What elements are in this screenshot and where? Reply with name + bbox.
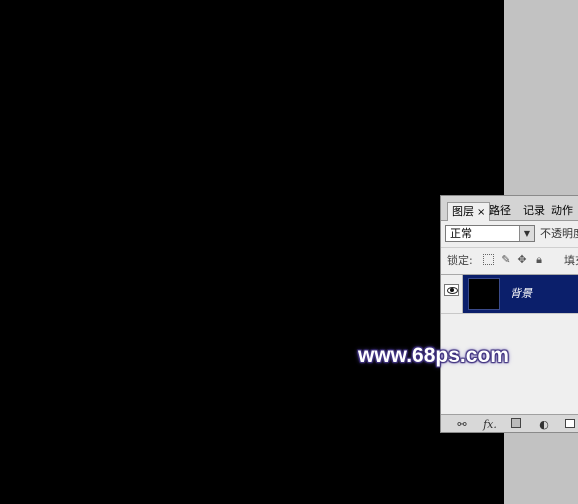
visibility-toggle[interactable] [441,275,463,313]
panel-tab-bar: 图层 × 路径 记录 动作 [441,196,578,221]
tab-paths[interactable]: 路径 [487,202,513,220]
lock-transparency-icon[interactable] [482,254,494,266]
layer-selected[interactable]: 背景 [463,275,578,313]
mask-icon[interactable] [509,418,522,431]
opacity-label: 不透明度: [540,227,578,240]
lock-move-icon[interactable]: ✥ [516,254,528,266]
panel-bottom-bar: ⚯ fx. ◐ [441,414,578,432]
adjustment-icon[interactable]: ◐ [537,418,551,431]
lock-brush-icon[interactable]: ✎ [500,254,512,266]
layer-thumbnail[interactable] [468,278,500,310]
link-icon[interactable]: ⚯ [453,418,471,431]
layers-panel: 图层× 路径 记录 动作 正常 ▼ 不透明度: 锁定: ✎ ✥ 🔒︎ 填充: 背… [440,195,578,433]
chevron-down-icon[interactable]: ▼ [519,226,534,241]
blend-row: 正常 ▼ 不透明度: [441,221,578,245]
tab-layers[interactable]: 图层 × [447,202,491,221]
lock-row: 锁定: ✎ ✥ 🔒︎ 填充: [441,247,578,275]
layer-name[interactable]: 背景 [510,287,532,301]
watermark: www.68ps.com [358,344,509,367]
fill-label: 填充: [564,254,578,267]
document-canvas[interactable] [0,0,504,504]
lock-label: 锁定: [447,254,473,267]
new-layer-icon[interactable] [563,418,576,431]
lock-all-icon[interactable]: 🔒︎ [533,254,545,266]
layer-row[interactable]: 背景 [441,275,578,314]
blend-mode-select[interactable]: 正常 ▼ [445,225,535,242]
eye-icon[interactable] [444,284,459,296]
tab-history[interactable]: 记录 [521,202,547,220]
tab-actions[interactable]: 动作 [549,202,575,220]
close-icon[interactable]: × [477,207,485,218]
fx-icon[interactable]: fx. [481,418,499,431]
